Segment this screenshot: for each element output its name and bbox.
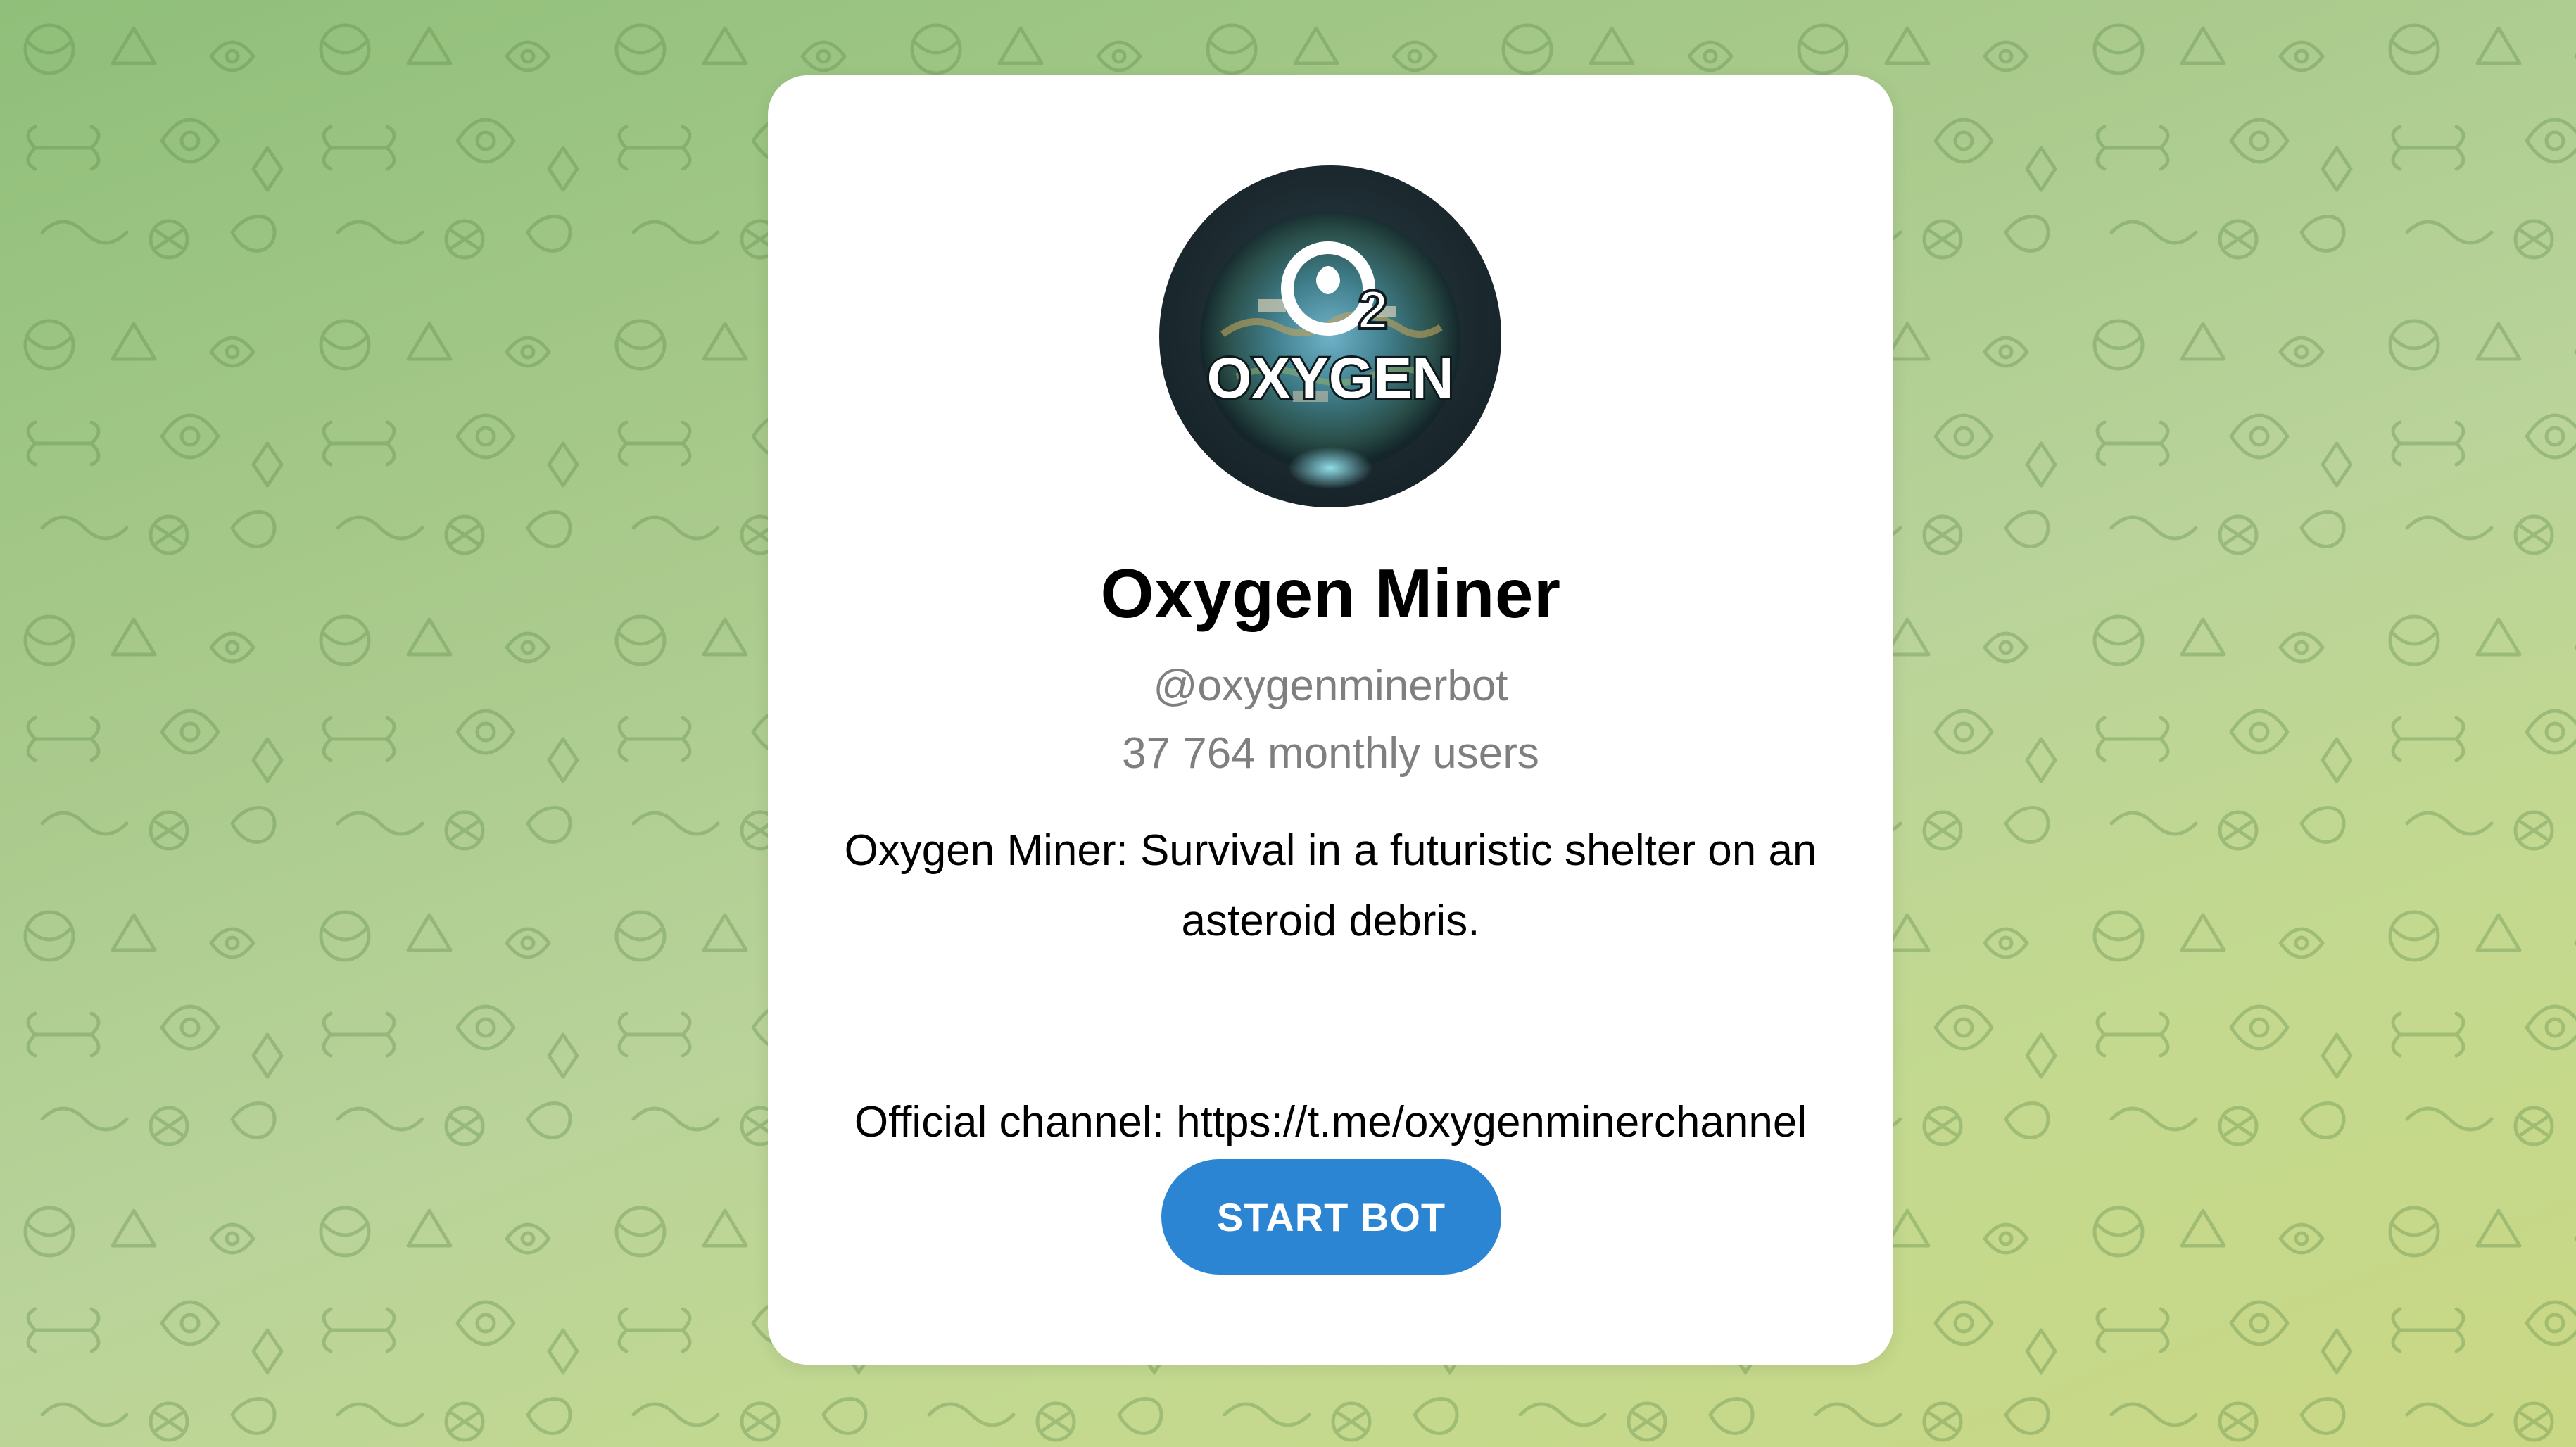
bot-username: @oxygenminerbot xyxy=(1153,662,1508,710)
monthly-users-count: 37 764 monthly users xyxy=(1122,729,1539,778)
svg-text:OXYGEN: OXYGEN xyxy=(1207,346,1454,410)
bot-description: Oxygen Miner: Survival in a futuristic s… xyxy=(844,826,1817,945)
start-bot-button[interactable]: START BOT xyxy=(1161,1159,1501,1275)
bot-profile-card: 2 OXYGEN Oxygen Miner @oxygenminerbot 37… xyxy=(768,75,1893,1365)
official-channel-text: Official channel: https://t.me/oxygenmin… xyxy=(854,1098,1807,1146)
bot-avatar: 2 OXYGEN xyxy=(1159,165,1501,507)
avatar-logo-text: 2 xyxy=(1358,279,1388,341)
bot-name: Oxygen Miner xyxy=(1100,555,1561,632)
